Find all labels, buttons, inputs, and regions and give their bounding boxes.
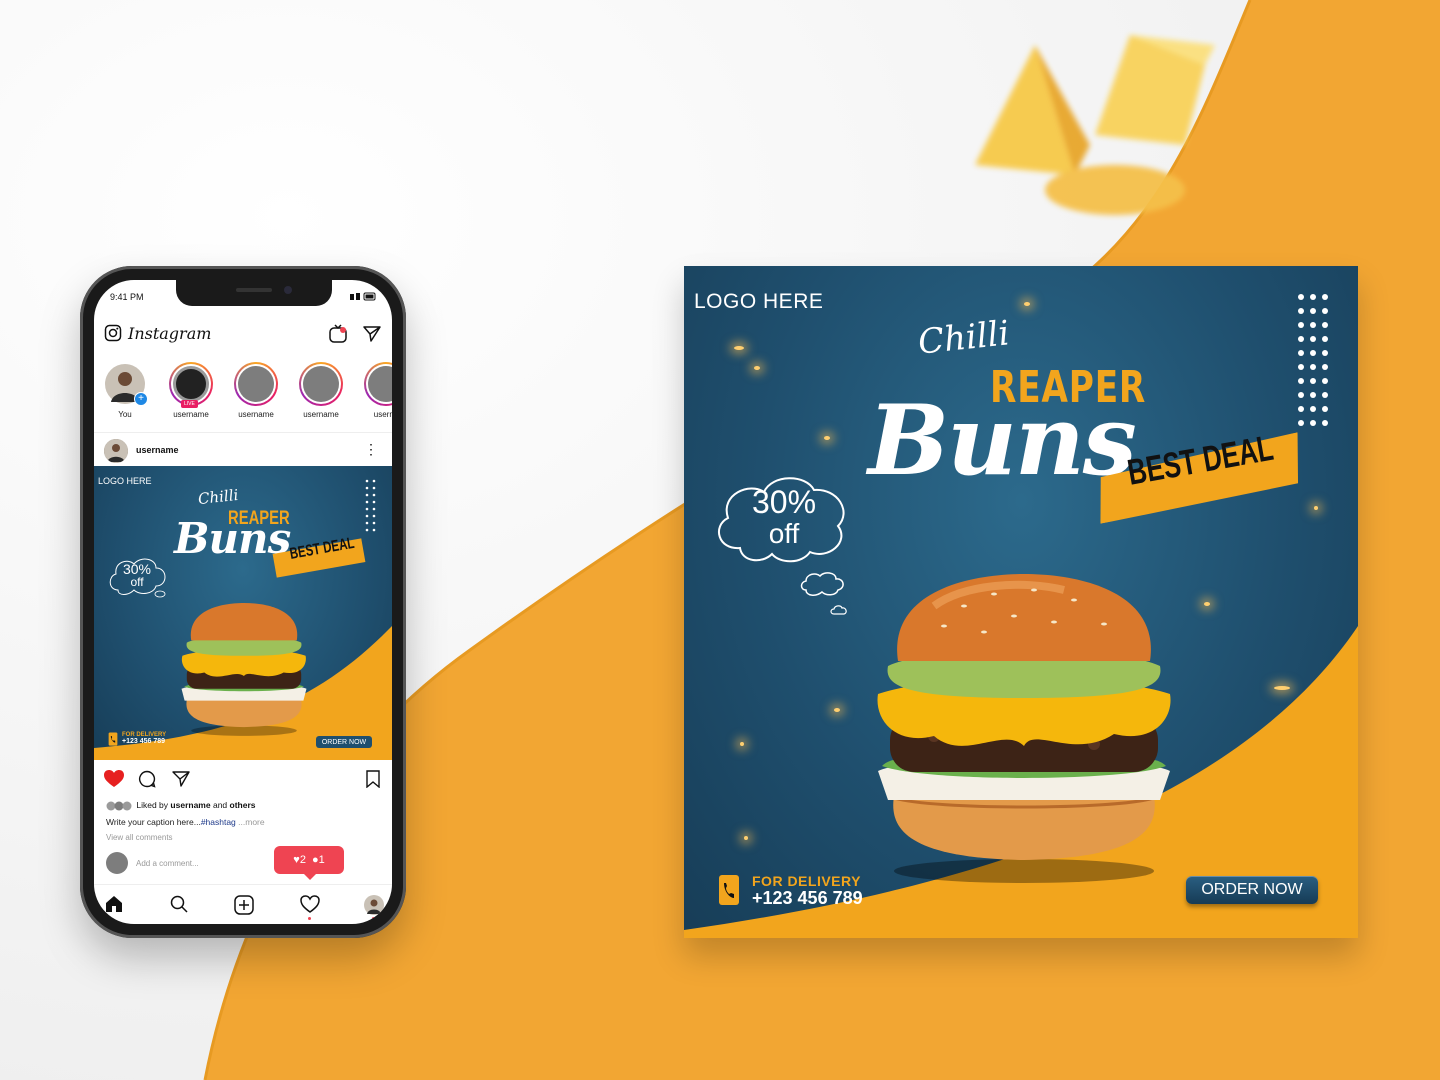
post-caption: Write your caption here...#hashtag ...mo… bbox=[106, 817, 265, 827]
liked-and: and bbox=[212, 800, 228, 810]
burger-icon bbox=[877, 574, 1171, 883]
sparkle bbox=[1274, 686, 1290, 690]
story-item[interactable]: username bbox=[290, 362, 352, 419]
phone-mockup: 9:41 PM Instagram + You LIVE username us… bbox=[80, 266, 406, 938]
post-actions bbox=[94, 768, 392, 792]
sparkle bbox=[1204, 602, 1210, 606]
view-all-comments[interactable]: View all comments bbox=[106, 833, 173, 842]
post-username[interactable]: username bbox=[136, 445, 179, 455]
comment-icon[interactable] bbox=[138, 770, 156, 788]
search-icon[interactable] bbox=[170, 895, 188, 913]
discount-badge: 30% off bbox=[746, 486, 822, 548]
instagram-header: Instagram bbox=[94, 316, 392, 352]
sparkle bbox=[1314, 506, 1318, 510]
activity-notification[interactable]: ♥2 ●1 bbox=[274, 846, 344, 880]
discount-off: off bbox=[768, 518, 800, 549]
sparkle bbox=[744, 836, 748, 840]
caption-text: Write your caption here... bbox=[106, 817, 201, 827]
phone-icon bbox=[719, 875, 739, 905]
story-name: username bbox=[173, 410, 209, 419]
avatar bbox=[106, 852, 128, 874]
phone-notch bbox=[176, 280, 332, 306]
avatar[interactable] bbox=[104, 439, 128, 463]
add-comment-input[interactable]: Add a comment... bbox=[136, 859, 199, 868]
battery-icon bbox=[350, 292, 376, 301]
post-logo: LOGO HERE bbox=[694, 290, 824, 313]
front-camera bbox=[284, 286, 292, 294]
small-cloud-icon bbox=[800, 572, 847, 615]
burger-icon bbox=[181, 603, 307, 736]
dot-grid bbox=[1298, 294, 1328, 426]
liked-prefix: Liked by bbox=[136, 800, 169, 810]
story-name: username bbox=[303, 410, 339, 419]
camera-icon[interactable] bbox=[104, 324, 122, 342]
activity-heart-icon[interactable] bbox=[300, 895, 320, 913]
app-title: Instagram bbox=[128, 324, 212, 343]
story-name: userna bbox=[373, 410, 392, 419]
add-story-icon[interactable]: + bbox=[134, 392, 148, 406]
post-header: username ⋮ bbox=[94, 432, 392, 467]
home-icon[interactable] bbox=[104, 895, 124, 913]
igtv-icon[interactable] bbox=[328, 324, 348, 344]
notif-likes: ♥2 bbox=[293, 854, 306, 866]
story-name: username bbox=[238, 410, 274, 419]
liked-others[interactable]: others bbox=[230, 800, 256, 810]
story-name: You bbox=[118, 410, 132, 419]
delivery-info: FOR DELIVERY +123 456 789 bbox=[752, 874, 863, 908]
sparkle bbox=[1024, 302, 1030, 306]
new-post-icon[interactable] bbox=[234, 895, 254, 915]
discount-percent: 30% bbox=[751, 484, 817, 520]
delivery-label: FOR DELIVERY bbox=[752, 873, 861, 889]
bottom-tab-bar bbox=[94, 884, 392, 924]
sparkle bbox=[834, 708, 840, 712]
profile-avatar-icon[interactable] bbox=[364, 895, 384, 915]
story-item[interactable]: LIVE username bbox=[160, 362, 222, 419]
discount-percent: 30% bbox=[122, 561, 152, 577]
bookmark-icon[interactable] bbox=[366, 770, 380, 788]
social-post-design: LOGO HERE Chilli REAPER Buns BEST DEAL 3… bbox=[684, 266, 1358, 938]
liked-by: Liked by username and others bbox=[106, 800, 256, 811]
notif-comments: ●1 bbox=[311, 854, 325, 866]
story-you[interactable]: + You bbox=[94, 362, 156, 419]
headline-buns: Buns bbox=[868, 384, 1137, 497]
heart-icon[interactable] bbox=[104, 770, 124, 788]
profile-dot bbox=[372, 917, 375, 920]
sparkle bbox=[824, 436, 830, 440]
order-now-button[interactable]: ORDER NOW bbox=[316, 736, 372, 748]
liked-avatars-icon bbox=[106, 801, 132, 811]
phone-screen: 9:41 PM Instagram + You LIVE username us… bbox=[94, 280, 392, 924]
order-now-button[interactable]: ORDER NOW bbox=[1186, 876, 1318, 904]
share-icon[interactable] bbox=[172, 770, 190, 788]
cheese-icon bbox=[975, 35, 1215, 215]
speaker bbox=[236, 288, 272, 292]
caption-more[interactable]: ...more bbox=[236, 817, 264, 827]
delivery-phone: +123 456 789 bbox=[122, 738, 166, 746]
direct-message-icon[interactable] bbox=[362, 324, 382, 344]
post-image[interactable]: LOGO HERE Chilli REAPER Buns BEST DEAL 3… bbox=[94, 466, 392, 760]
discount-off: off bbox=[130, 575, 144, 589]
dot-grid bbox=[365, 479, 376, 532]
delivery-info: FOR DELIVERY +123 456 789 bbox=[122, 732, 166, 746]
caption-hashtag[interactable]: #hashtag bbox=[201, 817, 236, 827]
discount-badge: 30% off bbox=[114, 562, 160, 588]
liked-user[interactable]: username bbox=[170, 800, 210, 810]
delivery-phone: +123 456 789 bbox=[752, 887, 863, 908]
more-options-icon[interactable]: ⋮ bbox=[364, 441, 378, 458]
stories-row: + You LIVE username username username us… bbox=[94, 362, 392, 424]
story-item[interactable]: username bbox=[225, 362, 287, 419]
post-logo: LOGO HERE bbox=[98, 476, 152, 486]
phone-icon bbox=[108, 732, 118, 746]
sparkle bbox=[734, 346, 744, 350]
status-time: 9:41 PM bbox=[110, 292, 144, 302]
story-item[interactable]: userna bbox=[355, 362, 392, 419]
sparkle bbox=[754, 366, 760, 370]
sparkle bbox=[740, 742, 744, 746]
live-badge: LIVE bbox=[181, 400, 198, 408]
activity-dot bbox=[308, 917, 311, 920]
